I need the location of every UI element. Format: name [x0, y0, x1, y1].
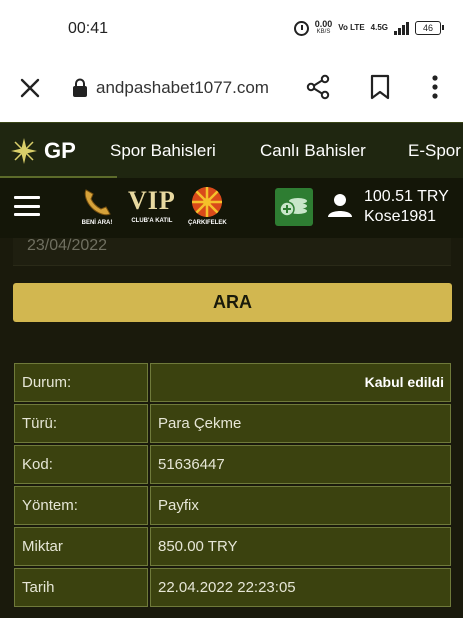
table-row-method: Yöntem: Payfix: [14, 486, 451, 525]
coins-plus-icon: [279, 198, 307, 217]
site-top-nav: GP Spor Bahisleri Canlı Bahisler E-Spor: [0, 122, 463, 179]
promo-vip-club[interactable]: VIP CLUB'A KATIL: [128, 186, 176, 224]
transaction-details-table: Durum: Kabul edildi Türü: Para Çekme Kod…: [14, 363, 451, 609]
close-icon[interactable]: [18, 76, 42, 100]
site-sub-header: BENİ ARA! VIP CLUB'A KATIL ÇARKIFELEK 10…: [0, 178, 463, 238]
bookmark-icon[interactable]: [369, 74, 391, 100]
amount-value: 850.00 TRY: [150, 527, 451, 566]
alarm-icon: [293, 20, 309, 36]
network-speed: 0.00 KB/S: [315, 20, 333, 36]
promo-wheel-label: ÇARKIFELEK: [188, 220, 227, 226]
status-icons: 0.00 KB/S Vo LTE 4.5G 46: [293, 20, 444, 36]
table-cell-label: Kod:: [14, 445, 148, 484]
battery-icon: 46: [415, 21, 444, 35]
phone-icon: [84, 189, 111, 216]
url-field[interactable]: andpashabet1077.com: [96, 78, 269, 98]
browser-toolbar: andpashabet1077.com: [0, 58, 463, 122]
network-speed-unit: KB/S: [316, 29, 331, 35]
deposit-button[interactable]: [275, 188, 313, 226]
status-time: 00:41: [68, 20, 109, 37]
promo-vip-label: CLUB'A KATIL: [131, 218, 173, 224]
date-input[interactable]: 23/04/2022: [13, 238, 451, 266]
nav-e-spor[interactable]: E-Spor: [408, 141, 461, 161]
date-value: 22.04.2022 22:23:05: [150, 568, 451, 607]
main-content: 23/04/2022 ARA Durum: Kabul edildi Türü:…: [0, 238, 463, 618]
status-bar: 00:41 0.00 KB/S Vo LTE 4.5G 46: [0, 0, 463, 58]
table-cell-label: Türü:: [14, 404, 148, 443]
wheel-icon: [192, 187, 223, 217]
promo-call-me-label: BENİ ARA!: [81, 220, 113, 226]
table-row-code: Kod: 51636447: [14, 445, 451, 484]
code-value: 51636447: [150, 445, 451, 484]
table-row-date: Tarih 22.04.2022 22:23:05: [14, 568, 451, 607]
promo-wheel[interactable]: ÇARKIFELEK: [188, 186, 227, 226]
table-row-amount: Miktar 850.00 TRY: [14, 527, 451, 566]
method-value: Payfix: [150, 486, 451, 525]
table-cell-label: Miktar: [14, 527, 148, 566]
lock-icon: [73, 78, 87, 97]
table-row-status: Durum: Kabul edildi: [14, 363, 451, 402]
vip-logo: VIP: [128, 186, 176, 215]
table-cell-label: Durum:: [14, 363, 148, 402]
promo-call-me[interactable]: BENİ ARA!: [80, 186, 114, 226]
user-icon[interactable]: [327, 192, 353, 218]
nav-canli-bahisler[interactable]: Canlı Bahisler: [260, 141, 366, 161]
volte-icon: Vo LTE: [338, 23, 365, 32]
user-balance: 100.51 TRY: [364, 188, 449, 205]
network-type: 4.5G: [370, 23, 388, 32]
nav-spor-bahisleri[interactable]: Spor Bahisleri: [110, 141, 216, 161]
network-speed-value: 0.00: [314, 19, 333, 29]
signal-icon: [394, 21, 409, 35]
table-cell-label: Tarih: [14, 568, 148, 607]
more-menu-icon[interactable]: [428, 74, 442, 100]
hamburger-menu-icon[interactable]: [14, 196, 40, 216]
table-cell-label: Yöntem:: [14, 486, 148, 525]
share-icon[interactable]: [305, 74, 331, 100]
search-button[interactable]: ARA: [13, 283, 452, 322]
table-row-type: Türü: Para Çekme: [14, 404, 451, 443]
site-logo[interactable]: GP: [10, 137, 76, 165]
status-value: Kabul edildi: [150, 363, 451, 402]
star-logo-icon: [11, 138, 37, 164]
user-name: Kose1981: [364, 208, 437, 225]
type-value: Para Çekme: [150, 404, 451, 443]
logo-text: GP: [44, 138, 76, 163]
